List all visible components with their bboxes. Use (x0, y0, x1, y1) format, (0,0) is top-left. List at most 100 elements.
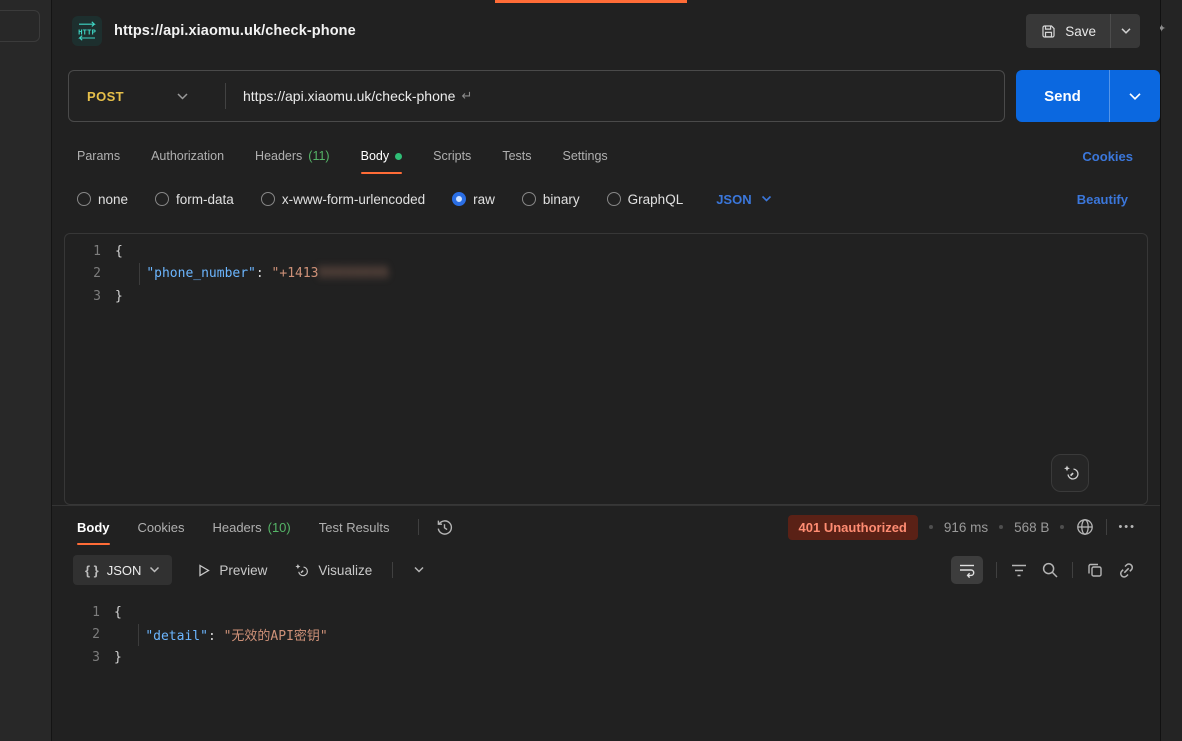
cookies-link[interactable]: Cookies (1082, 136, 1133, 176)
dot-separator (1060, 525, 1064, 529)
indent-guide (139, 263, 140, 285)
network-info-button[interactable] (1075, 517, 1095, 537)
divider (418, 519, 419, 535)
search-icon (1041, 561, 1059, 579)
more-options-button[interactable]: ••• (1118, 521, 1136, 533)
chevron-down-icon (761, 195, 772, 203)
chevron-down-icon (413, 566, 425, 574)
body-type-row: none form-data x-www-form-urlencoded raw… (52, 184, 1160, 214)
radio-icon (155, 192, 169, 206)
response-tab-body[interactable]: Body (77, 506, 110, 548)
beautify-link[interactable]: Beautify (1077, 192, 1128, 207)
redacted-phone-digits: 55555555 (319, 266, 390, 281)
radio-icon (261, 192, 275, 206)
response-tab-headers[interactable]: Headers (10) (212, 506, 290, 548)
copy-button[interactable] (1086, 561, 1104, 579)
radio-icon (607, 192, 621, 206)
tab-headers[interactable]: Headers (11) (255, 136, 330, 176)
body-type-urlencoded[interactable]: x-www-form-urlencoded (261, 192, 425, 207)
link-icon (1117, 561, 1136, 580)
response-size[interactable]: 568 B (1014, 520, 1049, 535)
divider (996, 562, 997, 578)
tab-body[interactable]: Body (361, 136, 403, 176)
history-icon (435, 518, 454, 537)
tab-tests[interactable]: Tests (502, 136, 531, 176)
url-divider (225, 83, 226, 109)
request-title: https://api.xiaomu.uk/check-phone (114, 23, 356, 39)
send-options-button[interactable] (1109, 70, 1160, 122)
response-format-selector[interactable]: { } JSON (73, 555, 172, 585)
url-input[interactable]: https://api.xiaomu.uk/check-phone (243, 88, 455, 104)
code-line: 2 "detail": "无效的API密钥" (64, 624, 1148, 647)
format-selector[interactable]: JSON (716, 192, 771, 207)
copy-icon (1086, 561, 1104, 579)
code-line: 3 } (64, 646, 1148, 669)
line-number: 3 (65, 289, 115, 304)
filter-button[interactable] (1010, 563, 1028, 578)
save-options-button[interactable] (1110, 14, 1140, 48)
dot-separator (999, 525, 1003, 529)
sidebar-partial-item[interactable] (0, 10, 40, 42)
response-body-editor[interactable]: 1 { 2 "detail": "无效的API密钥" 3 } (64, 593, 1148, 741)
postbot-sparkle-icon (1059, 462, 1081, 484)
send-button[interactable]: Send (1016, 70, 1109, 122)
divider (1072, 562, 1073, 578)
body-type-binary[interactable]: binary (522, 192, 580, 207)
response-toolbar-right (951, 556, 1136, 584)
body-type-form-data[interactable]: form-data (155, 192, 234, 207)
body-type-none[interactable]: none (77, 192, 128, 207)
line-number: 3 (64, 650, 114, 665)
active-tab-indicator (495, 0, 687, 3)
tab-settings[interactable]: Settings (563, 136, 608, 176)
search-button[interactable] (1041, 561, 1059, 579)
response-tab-cookies[interactable]: Cookies (138, 506, 185, 548)
save-icon (1040, 23, 1057, 40)
response-history-button[interactable] (435, 518, 454, 537)
save-button[interactable]: Save (1026, 14, 1110, 48)
http-method-icon: HTTP (72, 16, 102, 46)
divider (392, 562, 393, 578)
response-tabs: Body Cookies Headers (10) Test Results 4… (52, 506, 1160, 548)
json-value: "+1413 (272, 266, 319, 281)
tab-params[interactable]: Params (77, 136, 120, 176)
chevron-down-icon (149, 566, 160, 574)
enter-hint: ↵ (461, 88, 472, 104)
request-tabs: Params Authorization Headers (11) Body S… (52, 136, 1160, 176)
wrap-text-icon (958, 562, 976, 578)
more-views-chevron[interactable] (413, 566, 425, 574)
preview-button[interactable]: Preview (196, 563, 267, 578)
line-number: 2 (64, 627, 114, 642)
active-tab-underline (361, 172, 403, 174)
main-panel: HTTP https://api.xiaomu.uk/check-phone S… (52, 0, 1160, 741)
visualize-button[interactable]: Visualize (291, 561, 372, 580)
json-key: "detail" (145, 629, 208, 644)
link-button[interactable] (1117, 561, 1136, 580)
postbot-button[interactable] (1051, 454, 1089, 492)
code-line: 1 { (64, 601, 1148, 624)
left-sidebar-rail (0, 0, 52, 741)
response-tab-test-results[interactable]: Test Results (319, 506, 390, 548)
tab-scripts[interactable]: Scripts (433, 136, 471, 176)
tab-authorization[interactable]: Authorization (151, 136, 224, 176)
request-header: HTTP https://api.xiaomu.uk/check-phone S… (52, 8, 1160, 54)
line-number: 2 (65, 266, 115, 281)
request-bar: POST https://api.xiaomu.uk/check-phone ↵… (52, 70, 1160, 122)
globe-icon (1075, 517, 1095, 537)
active-tab-underline (77, 543, 110, 545)
method-chevron-down-icon[interactable] (176, 92, 189, 101)
request-body-editor[interactable]: 1 { 2 "phone_number": "+141355555555 3 } (64, 233, 1148, 505)
radio-icon (77, 192, 91, 206)
radio-selected-icon (452, 192, 466, 206)
code-line: 3 } (65, 285, 1147, 308)
body-type-graphql[interactable]: GraphQL (607, 192, 684, 207)
method-selector[interactable]: POST (87, 89, 124, 104)
divider (1106, 519, 1107, 535)
save-button-label: Save (1065, 24, 1096, 39)
status-badge[interactable]: 401 Unauthorized (788, 515, 918, 540)
send-split-button: Send (1016, 70, 1160, 122)
wrap-text-button[interactable] (951, 556, 983, 584)
response-time[interactable]: 916 ms (944, 520, 988, 535)
response-headers-count: (10) (268, 520, 291, 535)
body-type-raw[interactable]: raw (452, 192, 495, 207)
svg-text:HTTP: HTTP (78, 28, 96, 37)
